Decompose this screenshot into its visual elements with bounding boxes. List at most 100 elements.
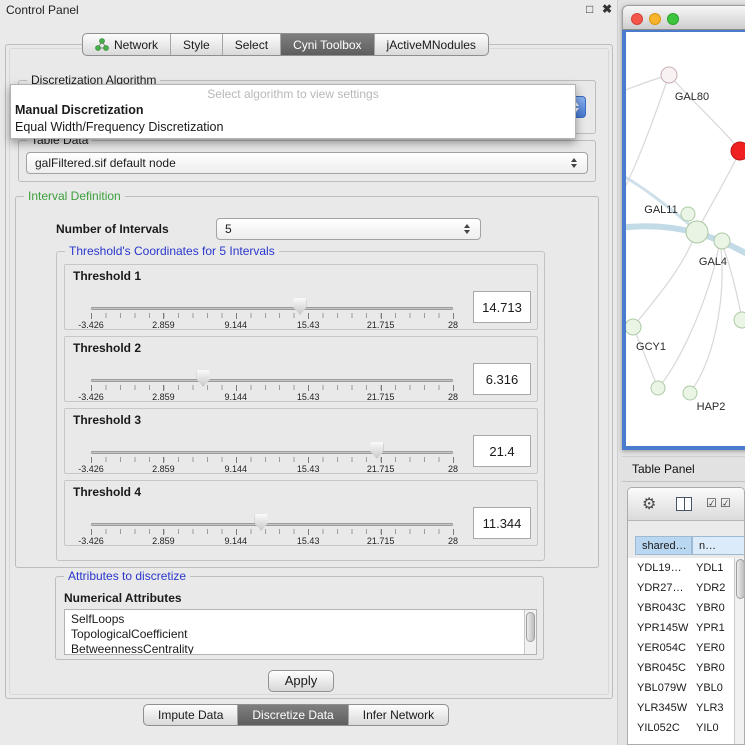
node-gal4[interactable]: [714, 233, 730, 249]
table-row[interactable]: YER054CYER0: [628, 638, 745, 658]
slider-track[interactable]: [91, 451, 453, 454]
table-row[interactable]: YDL19…YDL1: [628, 558, 745, 578]
close-icon[interactable]: ✖: [602, 2, 612, 16]
threshold-2-value-field[interactable]: 6.316: [473, 363, 531, 395]
cell-name[interactable]: YBL0: [692, 678, 723, 698]
columns-icon[interactable]: [676, 497, 692, 511]
tab-network[interactable]: Network: [83, 34, 170, 55]
table-row[interactable]: YBL079WYBL0: [628, 678, 745, 698]
tab-infer-network[interactable]: Infer Network: [348, 705, 448, 725]
node[interactable]: [651, 381, 665, 395]
table-row[interactable]: YBR045CYBR0: [628, 658, 745, 678]
threshold-1-slider[interactable]: -3.426 2.859 9.144 15.43 21.715 28: [91, 293, 453, 331]
cell-shared-name[interactable]: YLR345W: [628, 698, 692, 718]
node[interactable]: [734, 312, 745, 328]
node-gal80[interactable]: [661, 67, 677, 83]
cell-name[interactable]: YBR0: [692, 658, 725, 678]
tab-discretize-data[interactable]: Discretize Data: [237, 705, 347, 725]
slider-track[interactable]: [91, 379, 453, 382]
table-row[interactable]: YLR345WYLR3: [628, 698, 745, 718]
threshold-1-value-field[interactable]: 14.713: [473, 291, 531, 323]
cell-name[interactable]: YDR2: [692, 578, 725, 598]
numerical-attributes-list: SelfLoops TopologicalCoefficient Between…: [64, 609, 537, 655]
number-of-intervals-value: 5: [225, 222, 232, 236]
table-panel-title: Table Panel: [632, 462, 695, 476]
table-window: ⚙ ☑ ☑ shared… n… YDL19…YDL1 YDR27…YDR2 Y…: [627, 487, 745, 745]
cell-name[interactable]: YIL0: [692, 718, 719, 738]
node-hap2[interactable]: [683, 386, 697, 400]
list-item[interactable]: TopologicalCoefficient: [65, 627, 536, 642]
apply-button[interactable]: Apply: [268, 670, 334, 692]
cell-shared-name[interactable]: YER054C: [628, 638, 692, 658]
tab-style[interactable]: Style: [170, 34, 222, 55]
tab-label: Discretize Data: [252, 708, 333, 722]
number-of-intervals-combo[interactable]: 5: [216, 218, 481, 240]
numerical-attributes-label: Numerical Attributes: [64, 591, 182, 605]
cell-shared-name[interactable]: YBR045C: [628, 658, 692, 678]
tab-impute-data[interactable]: Impute Data: [144, 705, 237, 725]
threshold-2-slider[interactable]: -3.426 2.859 9.144 15.43 21.715 28: [91, 365, 453, 403]
cell-name[interactable]: YER0: [692, 638, 725, 658]
node[interactable]: [686, 221, 708, 243]
tab-cyni-toolbox[interactable]: Cyni Toolbox: [280, 34, 373, 55]
algorithm-option-manual[interactable]: Manual Discretization: [11, 102, 575, 119]
minimize-traffic-light[interactable]: [649, 13, 661, 25]
list-item[interactable]: BetweennessCentrality: [65, 642, 536, 655]
threshold-2-label: Threshold 2: [73, 341, 141, 355]
attributes-group-label: Attributes to discretize: [64, 569, 190, 583]
close-traffic-light[interactable]: [631, 13, 643, 25]
algorithm-option-equal-width[interactable]: Equal Width/Frequency Discretization: [11, 119, 575, 136]
cell-shared-name[interactable]: YPR145W: [628, 618, 692, 638]
table-row[interactable]: YDR27…YDR2: [628, 578, 745, 598]
scrollbar-thumb[interactable]: [526, 612, 535, 642]
checkbox-icon[interactable]: ☑: [720, 496, 731, 510]
node-selected-red[interactable]: [731, 142, 745, 160]
tab-jactivemnodules[interactable]: jActiveMNodules: [374, 34, 488, 55]
column-header-name[interactable]: n…: [692, 536, 745, 555]
threshold-2-block: Threshold 2 -3.426 2.859 9.144 15.43 21.…: [64, 336, 538, 402]
threshold-3-slider[interactable]: -3.426 2.859 9.144 15.43 21.715 28: [91, 437, 453, 475]
cell-shared-name[interactable]: YIL052C: [628, 718, 692, 738]
tab-select[interactable]: Select: [222, 34, 280, 55]
node-gcy1[interactable]: [626, 319, 641, 335]
cell-name[interactable]: YLR3: [692, 698, 724, 718]
cell-name[interactable]: YDL1: [692, 558, 724, 578]
table-row[interactable]: YBR043CYBR0: [628, 598, 745, 618]
gear-icon[interactable]: ⚙: [642, 494, 656, 514]
cell-shared-name[interactable]: YDL19…: [628, 558, 692, 578]
table-panel-header: Table Panel: [622, 456, 745, 482]
list-scrollbar[interactable]: [524, 610, 536, 654]
list-item[interactable]: SelfLoops: [65, 610, 536, 627]
threshold-4-value-field[interactable]: 11.344: [473, 507, 531, 539]
threshold-3-value-field[interactable]: 21.4: [473, 435, 531, 467]
cell-shared-name[interactable]: YBR043C: [628, 598, 692, 618]
cell-shared-name[interactable]: YBL079W: [628, 678, 692, 698]
attributes-group: Attributes to discretize Numerical Attri…: [55, 576, 544, 660]
slider-track[interactable]: [91, 307, 453, 310]
node-label-hap2: HAP2: [697, 401, 726, 413]
cell-name[interactable]: YPR1: [692, 618, 725, 638]
tab-label: Style: [183, 38, 210, 52]
algorithm-placeholder: Select algorithm to view settings: [11, 85, 575, 102]
slider-ticks: [91, 385, 453, 390]
slider-track[interactable]: [91, 523, 453, 526]
node-gal11[interactable]: [681, 207, 695, 221]
table-data-combo[interactable]: galFiltered.sif default node: [26, 152, 588, 174]
node-label-gal4: GAL4: [699, 256, 727, 268]
cell-name[interactable]: YBR0: [692, 598, 725, 618]
float-window-icon[interactable]: □: [586, 2, 593, 16]
table-row[interactable]: YIL052CYIL0: [628, 718, 745, 738]
network-window-titlebar[interactable]: [622, 5, 745, 30]
zoom-traffic-light[interactable]: [667, 13, 679, 25]
column-header-shared-name[interactable]: shared…: [635, 536, 692, 555]
slider-ticks: [91, 313, 453, 318]
table-scrollbar[interactable]: [734, 558, 745, 744]
tab-label: Impute Data: [158, 708, 223, 722]
network-canvas[interactable]: GAL80 GAL11 GAL4 GCY1 HAP2: [622, 30, 745, 450]
scrollbar-thumb[interactable]: [736, 559, 745, 599]
slider-ticks: [91, 529, 453, 534]
cell-shared-name[interactable]: YDR27…: [628, 578, 692, 598]
threshold-4-slider[interactable]: -3.426 2.859 9.144 15.43 21.715 28: [91, 509, 453, 547]
checkbox-icon[interactable]: ☑: [706, 496, 717, 510]
table-row[interactable]: YPR145WYPR1: [628, 618, 745, 638]
